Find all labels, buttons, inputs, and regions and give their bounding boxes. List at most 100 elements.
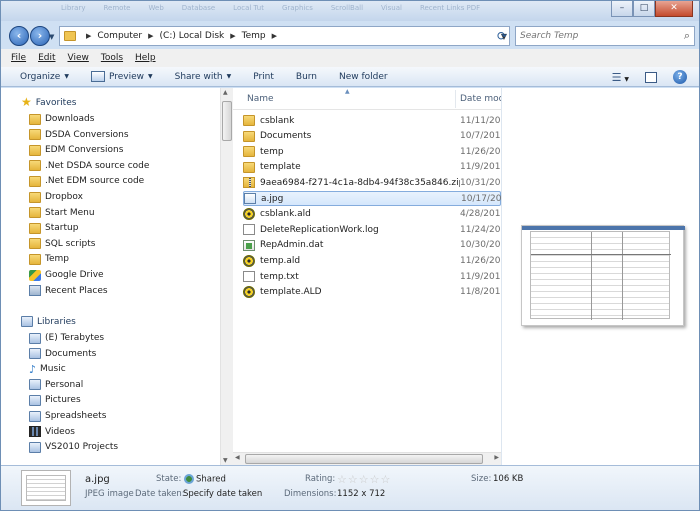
date-taken-label: Date taken: (135, 489, 185, 499)
address-bar[interactable]: ▶ Computer ▶ (C:) Local Disk ▶ Temp ▶ ▼ (59, 26, 510, 46)
rating-stars[interactable]: ☆ ☆ ☆ ☆ ☆ (337, 474, 390, 485)
file-row[interactable]: temp 11/26/201 (243, 144, 501, 159)
scroll-down-icon[interactable]: ▼ (223, 457, 228, 464)
file-row[interactable]: DeleteReplicationWork.log 11/24/201 (243, 222, 501, 237)
breadcrumb-chevron-icon[interactable]: ▶ (86, 32, 91, 40)
menu-edit[interactable]: Edit (38, 53, 55, 63)
refresh-button[interactable]: ⟳ (493, 26, 511, 46)
date-taken-field[interactable]: Specify date taken (183, 489, 262, 499)
menu-help[interactable]: Help (135, 53, 156, 63)
favorites-item[interactable]: DSDA Conversions (29, 128, 129, 142)
file-row[interactable]: RepAdmin.dat 10/30/201 (243, 238, 501, 253)
file-date: 11/24/201 (460, 224, 501, 235)
file-row[interactable]: temp.ald 11/26/201 (243, 253, 501, 268)
favorites-item-label: Google Drive (45, 270, 104, 280)
folder-icon (29, 129, 41, 141)
close-button[interactable]: ✕ (655, 1, 693, 17)
forward-button[interactable]: › (30, 26, 50, 46)
file-row[interactable]: template.ALD 11/8/2012 (243, 285, 501, 300)
menu-file-label: File (11, 53, 27, 63)
maximize-button[interactable]: □ (633, 1, 655, 17)
breadcrumb-chevron-icon[interactable]: ▶ (230, 32, 235, 40)
libraries-item[interactable]: Pictures (29, 393, 81, 407)
change-view-button[interactable]: ☰ ▼ (612, 71, 629, 84)
folder-icon (29, 207, 41, 219)
file-date: 11/9/2012 (460, 162, 501, 173)
preview-pane-toggle-icon[interactable] (645, 71, 657, 83)
preview-button[interactable]: Preview ▼ (90, 71, 153, 82)
favorites-item[interactable]: .Net DSDA source code (29, 159, 149, 173)
libraries-item[interactable]: Spreadsheets (29, 409, 106, 423)
favorites-item[interactable]: Startup (29, 221, 78, 235)
ald-file-icon (243, 254, 255, 267)
star-icon[interactable]: ☆ (359, 474, 369, 485)
favorites-item[interactable]: EDM Conversions (29, 143, 123, 157)
file-row[interactable]: Documents 10/7/2012 (243, 129, 501, 144)
file-row[interactable]: 9aea6984-f271-4c1a-8db4-94f38c35a846.zip… (243, 175, 501, 190)
new-folder-button[interactable]: New folder (339, 72, 388, 82)
libraries-header-label: Libraries (37, 316, 76, 327)
libraries-item[interactable]: VS2010 Projects (29, 440, 118, 454)
hscrollbar-thumb[interactable] (245, 454, 483, 464)
ghost-title-item: Remote (103, 4, 131, 12)
minimize-button[interactable]: – (611, 1, 633, 17)
favorites-item[interactable]: Google Drive (29, 268, 104, 282)
menu-view[interactable]: View (68, 53, 89, 63)
column-header-date[interactable]: Date mod (460, 94, 501, 104)
column-divider[interactable] (455, 90, 456, 108)
file-row[interactable]: csblank 11/11/201 (243, 113, 501, 128)
libraries-item[interactable]: Personal (29, 378, 83, 392)
breadcrumb-chevron-icon[interactable]: ▶ (148, 32, 153, 40)
breadcrumb-temp[interactable]: Temp (242, 31, 266, 41)
preview-image (521, 225, 685, 326)
column-header-name[interactable]: Name (247, 94, 274, 104)
print-button[interactable]: Print (253, 72, 274, 82)
search-icon[interactable]: ⌕ (684, 29, 690, 43)
breadcrumb-chevron-icon[interactable]: ▶ (272, 32, 277, 40)
favorites-item[interactable]: SQL scripts (29, 237, 95, 251)
help-icon[interactable]: ? (673, 70, 687, 84)
libraries-item[interactable]: (E) Terabytes (29, 331, 104, 345)
star-icon[interactable]: ☆ (348, 474, 358, 485)
search-input[interactable] (516, 27, 666, 45)
shared-users-icon (184, 474, 194, 484)
menu-tools[interactable]: Tools (101, 53, 123, 63)
scroll-right-icon[interactable]: ▶ (494, 454, 499, 461)
file-row[interactable]: a.jpg 10/17/201 (243, 191, 501, 206)
star-icon[interactable]: ☆ (381, 474, 391, 485)
scroll-left-icon[interactable]: ◀ (235, 454, 240, 461)
folder-icon (29, 175, 41, 187)
favorites-header[interactable]: ★ Favorites (21, 96, 76, 108)
zip-folder-icon (243, 177, 255, 189)
scroll-up-icon[interactable]: ▲ (223, 89, 228, 96)
breadcrumb-local-disk[interactable]: (C:) Local Disk (160, 31, 225, 41)
back-button[interactable]: ‹ (9, 26, 29, 46)
new-folder-label: New folder (339, 71, 388, 82)
libraries-item[interactable]: Documents (29, 347, 96, 361)
favorites-item[interactable]: Start Menu (29, 206, 95, 220)
scrollbar-thumb[interactable] (222, 101, 232, 141)
file-name: Documents (260, 131, 312, 142)
recent-pages-dropdown[interactable]: ▼ (49, 33, 54, 41)
favorites-item[interactable]: Dropbox (29, 190, 83, 204)
folder-download-icon (29, 113, 41, 125)
favorites-item[interactable]: .Net EDM source code (29, 174, 144, 188)
burn-button[interactable]: Burn (296, 72, 317, 82)
share-with-button[interactable]: Share with ▼ (175, 72, 232, 82)
star-icon[interactable]: ☆ (337, 474, 347, 485)
file-row[interactable]: template 11/9/2012 (243, 160, 501, 175)
libraries-item[interactable]: Videos (29, 425, 75, 439)
file-row[interactable]: temp.txt 11/9/2012 (243, 269, 501, 284)
favorites-item[interactable]: Recent Places (29, 284, 108, 298)
star-icon[interactable]: ☆ (370, 474, 380, 485)
organize-button[interactable]: Organize ▼ (20, 72, 69, 82)
libraries-header[interactable]: Libraries (21, 316, 76, 327)
navigation-scrollbar[interactable]: ▲ ▼ (220, 88, 233, 465)
menu-file[interactable]: File (11, 53, 26, 63)
favorites-item[interactable]: Downloads (29, 112, 94, 126)
file-list-hscrollbar[interactable]: ◀ ▶ (233, 452, 501, 465)
file-row[interactable]: csblank.ald 4/28/2011 (243, 207, 501, 222)
favorites-item[interactable]: Temp (29, 252, 69, 266)
libraries-item[interactable]: ♪ Music (29, 362, 66, 376)
breadcrumb-computer[interactable]: Computer (97, 31, 142, 41)
